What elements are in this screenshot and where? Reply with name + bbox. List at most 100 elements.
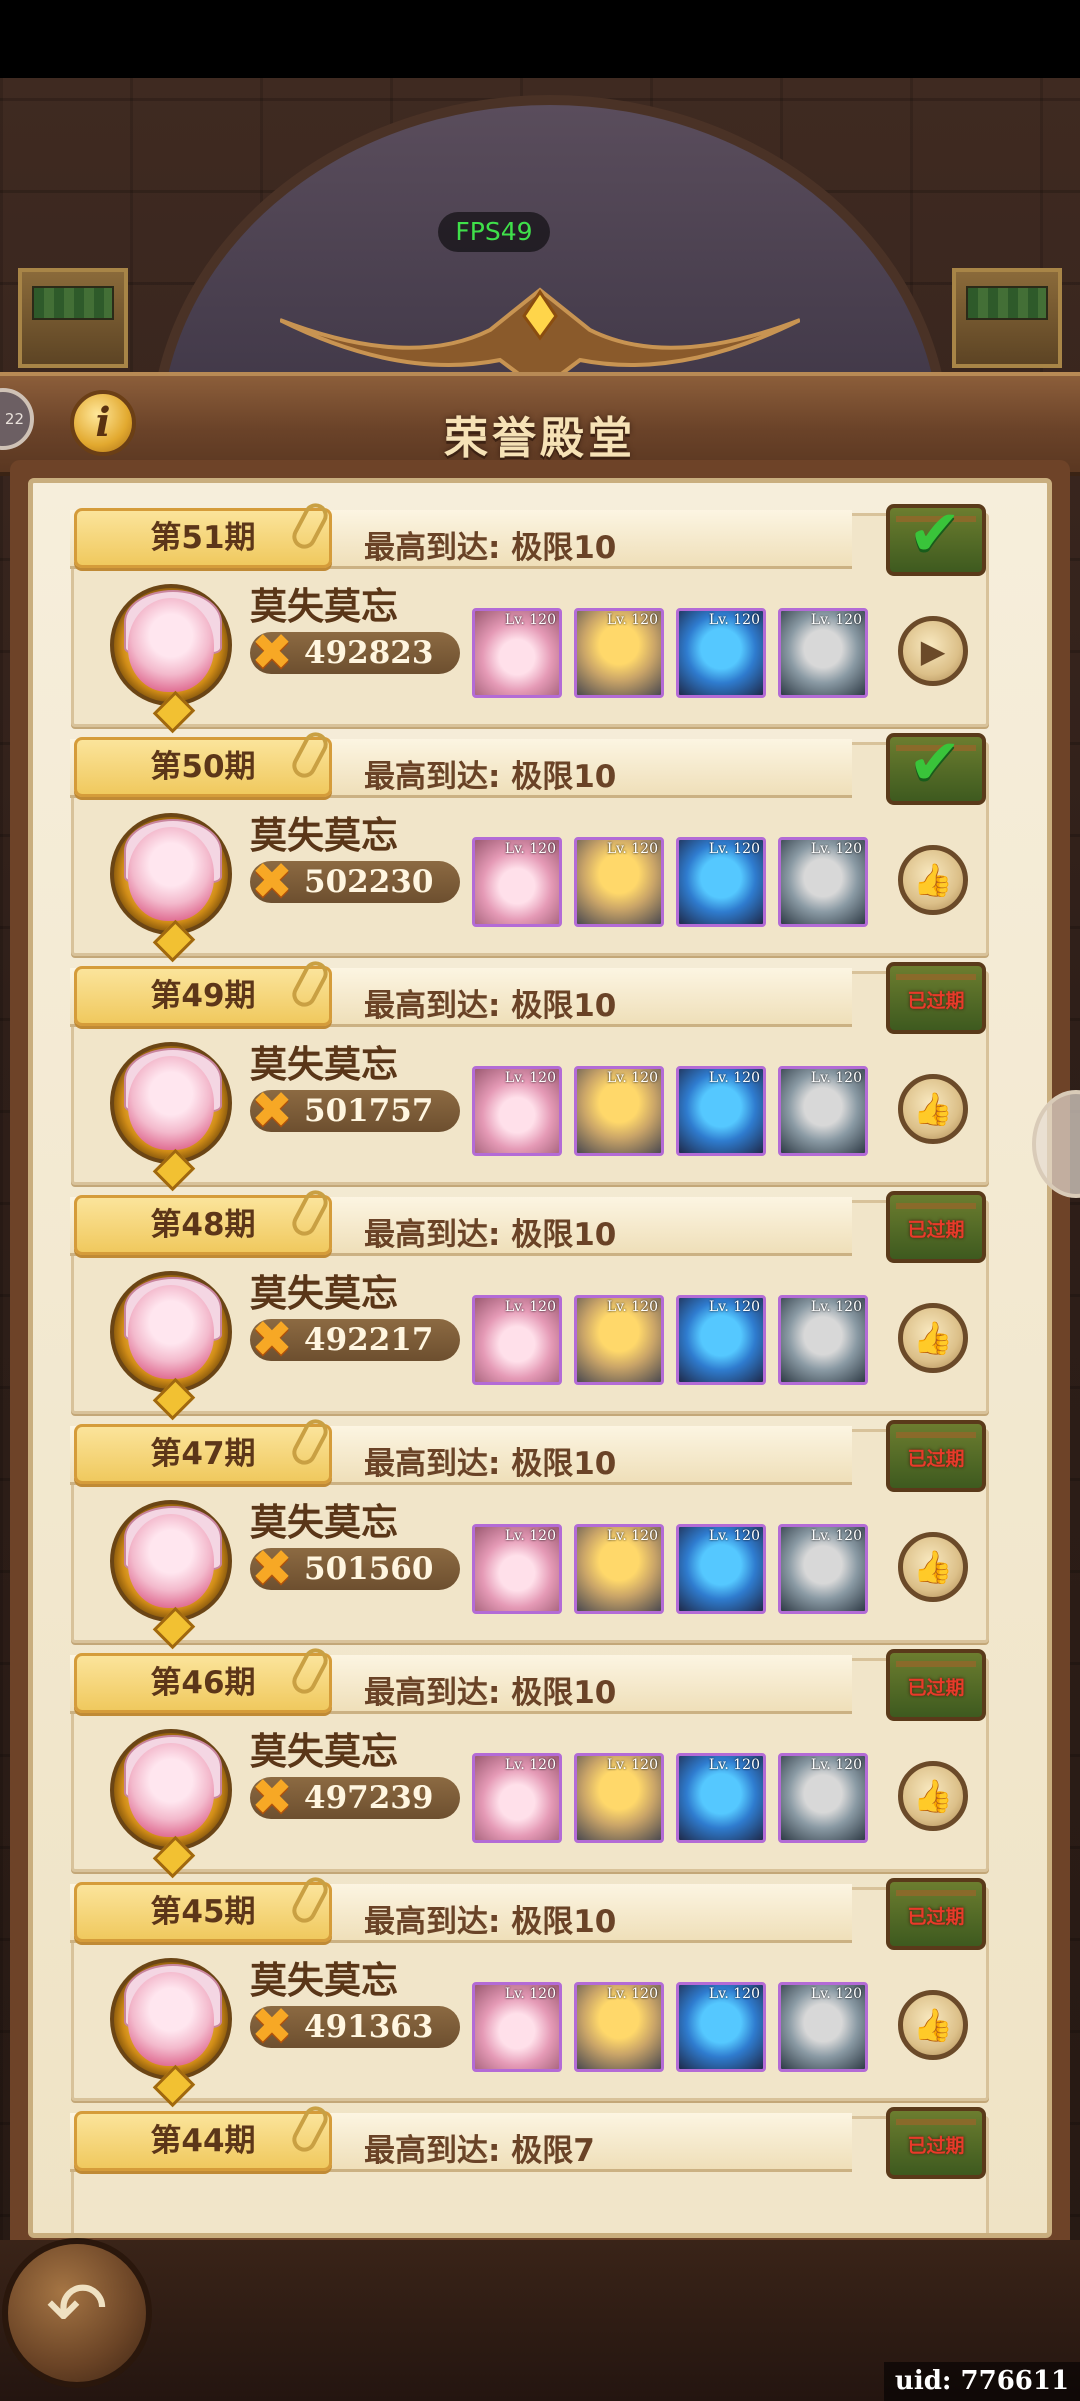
like-button[interactable]: 👍 — [898, 845, 968, 915]
replay-button[interactable]: ▶ — [898, 616, 968, 686]
player-avatar[interactable] — [98, 1259, 244, 1421]
season-card: 第49期 最高到达: 极限10 已过期 莫失莫忘 ✖ 501757 Lv. 120 Lv. 1… — [70, 957, 989, 1192]
hero-portrait[interactable]: Lv. 120 — [676, 1066, 766, 1156]
reward-chest[interactable]: 已过期 — [886, 1191, 986, 1263]
player-avatar[interactable] — [98, 1946, 244, 2108]
season-list: 第51期 最高到达: 极限10 ✔ 莫失莫忘 ✖ 492823 Lv. 120 Lv. 120… — [33, 483, 1047, 2233]
hero-portrait[interactable]: Lv. 120 — [778, 1982, 868, 2072]
thumbs-up-icon: 👍 — [913, 861, 953, 899]
like-button[interactable]: 👍 — [898, 1532, 968, 1602]
season-card: 第44期 最高到达: 极限7 已过期 — [70, 2102, 989, 2233]
right-pillar — [952, 268, 1062, 368]
expired-label: 已过期 — [907, 1448, 965, 1470]
best-reached-label: 最高到达: 极限10 — [364, 1446, 617, 1482]
hero-portrait[interactable]: Lv. 120 — [472, 1524, 562, 1614]
hero-level: Lv. 120 — [810, 1070, 862, 1086]
reward-chest[interactable]: 已过期 — [886, 1878, 986, 1950]
hero-level: Lv. 120 — [606, 1757, 658, 1773]
hero-portrait[interactable]: Lv. 120 — [472, 608, 562, 698]
hero-level: Lv. 120 — [606, 1986, 658, 2002]
like-button[interactable]: 👍 — [898, 1074, 968, 1144]
hero-level: Lv. 120 — [708, 1986, 760, 2002]
player-name: 莫失莫忘 — [250, 1959, 398, 2002]
reward-chest[interactable]: 已过期 — [886, 2107, 986, 2179]
hero-level: Lv. 120 — [606, 841, 658, 857]
hero-portrait[interactable]: Lv. 120 — [676, 608, 766, 698]
page-title: 荣誉殿堂 — [444, 413, 636, 464]
hero-portrait[interactable]: Lv. 120 — [574, 837, 664, 927]
avatar-face — [128, 598, 214, 692]
avatar-face — [128, 1056, 214, 1150]
like-button[interactable]: 👍 — [898, 1303, 968, 1373]
uid-label: uid: 776611 — [884, 2362, 1080, 2401]
like-button[interactable]: 👍 — [898, 1761, 968, 1831]
swords-icon: ✖ — [251, 623, 293, 681]
reward-chest[interactable]: 已过期 — [886, 1420, 986, 1492]
reward-chest[interactable]: ✔ — [886, 497, 986, 576]
hero-level: Lv. 120 — [504, 1986, 556, 2002]
check-icon: ✔ — [908, 726, 962, 800]
season-card: 第48期 最高到达: 极限10 已过期 莫失莫忘 ✖ 492217 Lv. 120 Lv. 1… — [70, 1186, 989, 1421]
hero-portrait[interactable]: Lv. 120 — [778, 837, 868, 927]
expired-label: 已过期 — [907, 2135, 965, 2157]
hero-level: Lv. 120 — [504, 612, 556, 628]
hero-level: Lv. 120 — [810, 612, 862, 628]
hero-portrait[interactable]: Lv. 120 — [574, 1982, 664, 2072]
thumbs-up-icon: 👍 — [913, 2006, 953, 2044]
left-pillar — [18, 268, 128, 368]
hero-portrait[interactable]: Lv. 120 — [472, 1295, 562, 1385]
player-avatar[interactable] — [98, 572, 244, 734]
hero-portrait[interactable]: Lv. 120 — [676, 1524, 766, 1614]
season-card: 第46期 最高到达: 极限10 已过期 莫失莫忘 ✖ 497239 Lv. 120 Lv. 1… — [70, 1644, 989, 1879]
hero-portrait[interactable]: Lv. 120 — [574, 608, 664, 698]
hero-portrait[interactable]: Lv. 120 — [574, 1066, 664, 1156]
like-button[interactable]: 👍 — [898, 1990, 968, 2060]
hero-portrait[interactable]: Lv. 120 — [778, 1753, 868, 1843]
power-value: 501560 — [304, 1551, 434, 1587]
player-name: 莫失莫忘 — [250, 814, 398, 857]
reward-chest[interactable]: ✔ — [886, 726, 986, 805]
hero-portrait[interactable]: Lv. 120 — [472, 1066, 562, 1156]
swords-icon: ✖ — [251, 852, 293, 910]
status-bar — [0, 0, 1080, 78]
hero-portrait[interactable]: Lv. 120 — [472, 1982, 562, 2072]
expired-label: 已过期 — [907, 990, 965, 1012]
power-badge: ✖ 497239 — [250, 1769, 460, 1825]
hero-portrait[interactable]: Lv. 120 — [676, 1295, 766, 1385]
hero-portrait[interactable]: Lv. 120 — [778, 1524, 868, 1614]
swords-icon: ✖ — [251, 1768, 293, 1826]
player-name: 莫失莫忘 — [250, 585, 398, 628]
hero-portrait[interactable]: Lv. 120 — [472, 1753, 562, 1843]
hero-portrait[interactable]: Lv. 120 — [778, 608, 868, 698]
power-badge: ✖ 492217 — [250, 1311, 460, 1367]
hero-portrait[interactable]: Lv. 120 — [676, 1982, 766, 2072]
hero-portrait[interactable]: Lv. 120 — [472, 837, 562, 927]
hero-portrait[interactable]: Lv. 120 — [676, 1753, 766, 1843]
player-avatar[interactable] — [98, 1488, 244, 1650]
hero-portrait[interactable]: Lv. 120 — [574, 1753, 664, 1843]
hero-portrait[interactable]: Lv. 120 — [676, 837, 766, 927]
reward-chest[interactable]: 已过期 — [886, 962, 986, 1034]
best-reached-label: 最高到达: 极限7 — [364, 2133, 595, 2169]
hero-level: Lv. 120 — [606, 1528, 658, 1544]
player-avatar[interactable] — [98, 801, 244, 963]
hero-portrait[interactable]: Lv. 120 — [778, 1066, 868, 1156]
hero-portrait[interactable]: Lv. 120 — [574, 1295, 664, 1385]
player-avatar[interactable] — [98, 1717, 244, 1879]
back-button[interactable]: ↶ — [2, 2238, 152, 2388]
back-arrow-icon: ↶ — [45, 2266, 108, 2352]
player-avatar[interactable] — [98, 1030, 244, 1192]
play-icon: ▶ — [920, 632, 946, 670]
hero-portrait[interactable]: Lv. 120 — [574, 1524, 664, 1614]
avatar-face — [128, 1514, 214, 1608]
player-name: 莫失莫忘 — [250, 1501, 398, 1544]
season-list-container[interactable]: 第51期 最高到达: 极限10 ✔ 莫失莫忘 ✖ 492823 Lv. 120 Lv. 120… — [28, 478, 1052, 2238]
hero-level: Lv. 120 — [810, 841, 862, 857]
hero-level: Lv. 120 — [504, 1070, 556, 1086]
hero-portrait[interactable]: Lv. 120 — [778, 1295, 868, 1385]
avatar-face — [128, 1972, 214, 2066]
thumbs-up-icon: 👍 — [913, 1090, 953, 1128]
check-icon: ✔ — [908, 497, 962, 571]
reward-chest[interactable]: 已过期 — [886, 1649, 986, 1721]
power-badge: ✖ 501560 — [250, 1540, 460, 1596]
